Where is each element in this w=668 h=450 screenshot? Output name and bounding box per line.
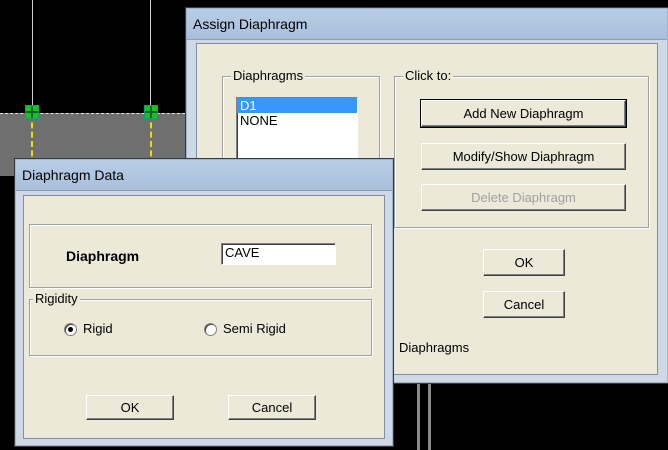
diaphragm-data-dialog: Diaphragm Data Diaphragm CAVE Rigidity R…	[14, 158, 394, 447]
cancel-button[interactable]: Cancel	[228, 395, 316, 420]
joint-node-icon[interactable]	[144, 105, 158, 119]
rigid-radio-label[interactable]: Rigid	[83, 321, 113, 336]
semi-rigid-radio[interactable]	[204, 323, 217, 336]
column-line	[32, 0, 33, 113]
click-to-legend: Click to:	[403, 68, 454, 83]
dialog-title: Assign Diaphragm	[193, 16, 308, 32]
dialog-title: Diaphragm Data	[22, 167, 124, 183]
diaphragm-name-field[interactable]: CAVE	[221, 243, 336, 265]
diaphragm-data-titlebar[interactable]: Diaphragm Data	[16, 160, 392, 191]
assign-diaphragm-titlebar[interactable]: Assign Diaphragm	[187, 9, 667, 40]
diaphragms-footer-text: Diaphragms	[399, 340, 470, 355]
rigidity-group: Rigidity Rigid Semi Rigid	[29, 291, 372, 356]
column-line	[428, 380, 431, 450]
list-item[interactable]: D1	[237, 98, 357, 113]
column-line	[417, 380, 420, 450]
semi-rigid-radio-label[interactable]: Semi Rigid	[223, 321, 286, 336]
rigidity-legend: Rigidity	[33, 291, 80, 306]
diaphragms-legend: Diaphragms	[231, 68, 306, 83]
list-item[interactable]: NONE	[237, 113, 357, 128]
joint-node-icon[interactable]	[25, 105, 39, 119]
ok-button[interactable]: OK	[483, 249, 565, 276]
diaphragm-data-client: Diaphragm CAVE Rigidity Rigid Semi Rigid…	[23, 195, 385, 439]
delete-diaphragm-button[interactable]: Delete Diaphragm	[421, 184, 626, 211]
cancel-button[interactable]: Cancel	[483, 291, 565, 318]
diaphragm-name-group: Diaphragm CAVE	[29, 224, 372, 288]
rigid-radio[interactable]	[64, 323, 77, 336]
column-line	[150, 0, 151, 113]
ok-button[interactable]: OK	[86, 395, 174, 420]
modify-show-diaphragm-button[interactable]: Modify/Show Diaphragm	[421, 143, 626, 170]
click-to-group: Click to: Add New Diaphragm Modify/Show …	[394, 68, 649, 228]
add-new-diaphragm-button[interactable]: Add New Diaphragm	[420, 99, 627, 128]
diaphragm-label: Diaphragm	[66, 248, 140, 264]
